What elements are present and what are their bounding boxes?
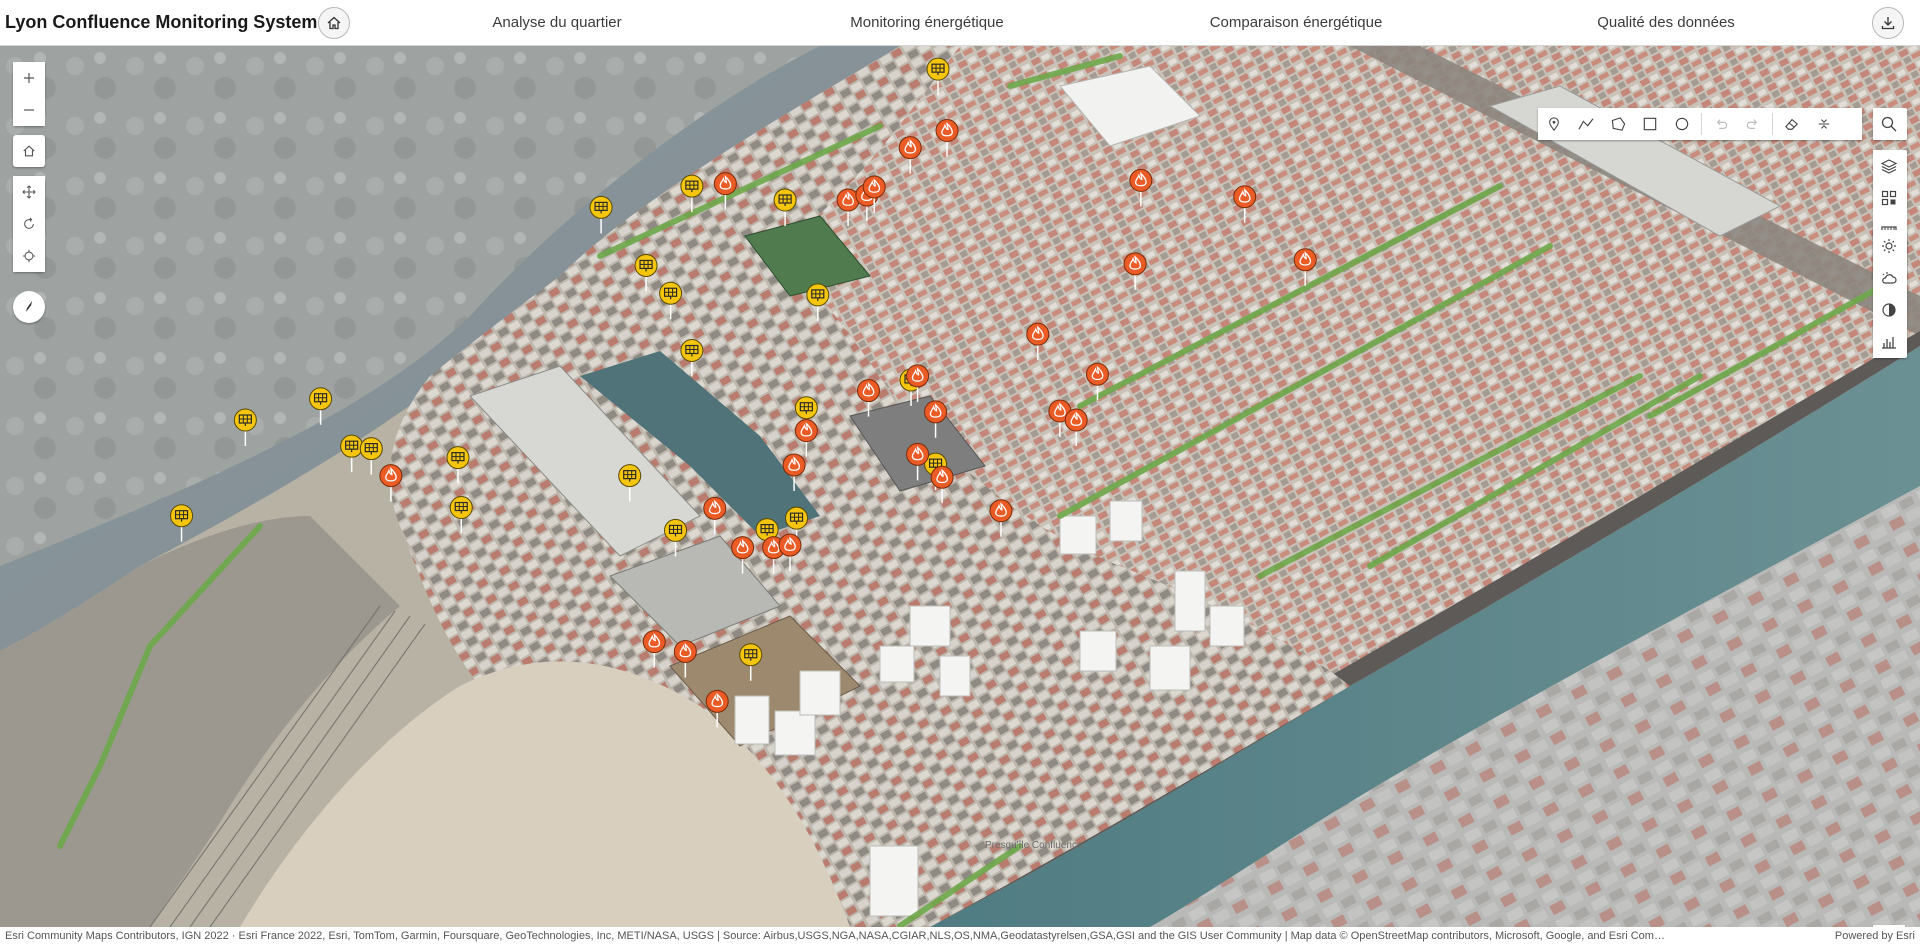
- redo-icon: [1746, 119, 1757, 129]
- home-button[interactable]: [318, 7, 350, 39]
- weather-button[interactable]: [1873, 262, 1905, 294]
- shadow-cast-button[interactable]: [1873, 294, 1905, 326]
- zoom-out-icon: [24, 109, 34, 111]
- app-title: Lyon Confluence Monitoring System: [5, 12, 318, 32]
- sketch-toolbar: [1538, 108, 1862, 140]
- erase-button[interactable]: [1776, 108, 1808, 140]
- sketch-separator: [1701, 113, 1702, 135]
- redo-button[interactable]: [1737, 108, 1769, 140]
- rectangle-icon: [1643, 117, 1657, 131]
- navigation-controls: [13, 176, 45, 272]
- attribution-bar: Esri Community Maps Contributors, IGN 20…: [0, 927, 1920, 945]
- locate-icon: [22, 249, 36, 263]
- pan-icon: [22, 185, 36, 199]
- sketch-separator: [1772, 113, 1773, 135]
- home-view-button[interactable]: [13, 135, 45, 167]
- map-view[interactable]: Presqu'île Confluence: [0, 46, 1920, 927]
- nav-analyse-quartier[interactable]: Analyse du quartier: [492, 14, 621, 31]
- search-button[interactable]: [1873, 108, 1905, 140]
- rotate-button[interactable]: [13, 208, 45, 240]
- undo-icon: [1717, 119, 1728, 129]
- rotate-icon: [24, 217, 34, 229]
- app-header: Lyon Confluence Monitoring System Analys…: [0, 0, 1920, 46]
- polyline-icon: [1578, 118, 1594, 130]
- basemap-gallery-button[interactable]: [1873, 182, 1905, 214]
- zoom-out-button[interactable]: [13, 94, 45, 126]
- locate-button[interactable]: [13, 240, 45, 272]
- elevation-profile-button[interactable]: [1873, 326, 1905, 358]
- sketch-point-button[interactable]: [1538, 108, 1570, 140]
- compass-icon: [25, 301, 32, 314]
- layers-icon: [1881, 159, 1897, 174]
- circle-icon: [1675, 117, 1689, 131]
- home-view-icon: [23, 145, 35, 157]
- sketch-rectangle-button[interactable]: [1634, 108, 1666, 140]
- shadow-cast-icon: [1882, 303, 1896, 317]
- home-icon: [327, 16, 341, 30]
- nav-comparaison-energetique[interactable]: Comparaison énergétique: [1210, 14, 1383, 31]
- map-pin-icon: [1549, 117, 1559, 131]
- sketch-polygon-button[interactable]: [1602, 108, 1634, 140]
- elevation-profile-icon: [1882, 337, 1896, 349]
- sketch-polyline-button[interactable]: [1570, 108, 1602, 140]
- sketch-circle-button[interactable]: [1666, 108, 1698, 140]
- powered-by-esri[interactable]: Powered by Esri: [1835, 927, 1915, 945]
- search-widget: [1873, 108, 1907, 140]
- nav-monitoring-energetique[interactable]: Monitoring énergétique: [850, 14, 1003, 31]
- analysis-widgets-group: [1873, 230, 1907, 358]
- compass-button[interactable]: [13, 291, 45, 323]
- polygon-icon: [1611, 117, 1625, 131]
- weather-icon: [1882, 272, 1897, 284]
- attribution-text[interactable]: Esri Community Maps Contributors, IGN 20…: [5, 927, 1810, 945]
- map-scene[interactable]: Presqu'île Confluence: [0, 46, 1920, 927]
- basemap-gallery-icon: [1881, 190, 1897, 206]
- sun-icon: [1882, 239, 1896, 253]
- place-label: Presqu'île Confluence: [985, 840, 1083, 851]
- layer-list-button[interactable]: [1873, 150, 1905, 182]
- pan-button[interactable]: [13, 176, 45, 208]
- settings-button[interactable]: [1808, 108, 1840, 140]
- search-icon: [1881, 116, 1897, 132]
- nav-qualite-donnees[interactable]: Qualité des données: [1597, 14, 1735, 31]
- download-button[interactable]: [1872, 7, 1904, 39]
- snapping-settings-icon: [1818, 119, 1830, 129]
- zoom-controls: [13, 62, 45, 126]
- zoom-in-icon: [24, 73, 34, 83]
- download-icon: [1881, 17, 1895, 30]
- app-root: Lyon Confluence Monitoring System Analys…: [0, 0, 1920, 945]
- daylight-button[interactable]: [1873, 230, 1905, 262]
- eraser-icon: [1785, 118, 1799, 130]
- zoom-in-button[interactable]: [13, 62, 45, 94]
- undo-button[interactable]: [1705, 108, 1737, 140]
